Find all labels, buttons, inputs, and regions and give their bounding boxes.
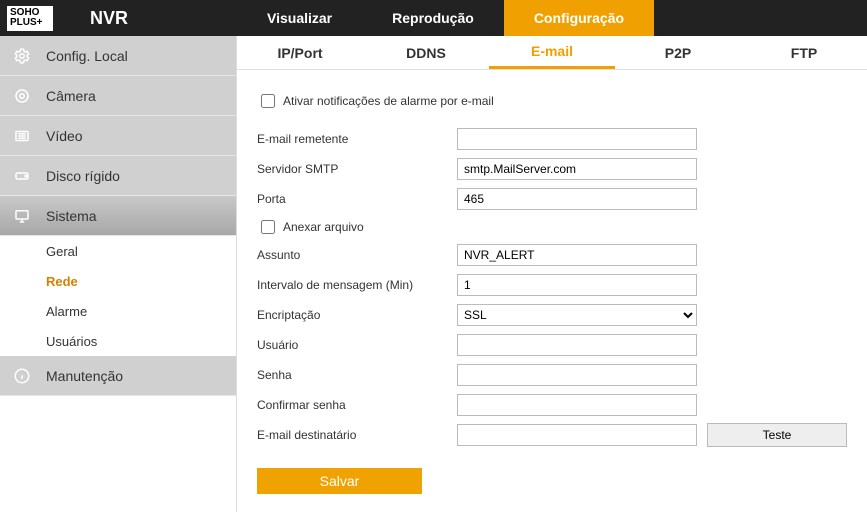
password-label: Senha bbox=[257, 368, 457, 382]
confirm-input[interactable] bbox=[457, 394, 697, 416]
topnav-configuracao[interactable]: Configuração bbox=[504, 0, 654, 36]
sidebar-item-video[interactable]: Vídeo bbox=[0, 116, 236, 156]
logo-line1: SOHO bbox=[10, 7, 39, 18]
smtp-label: Servidor SMTP bbox=[257, 162, 457, 176]
sidebar-item-sistema[interactable]: Sistema bbox=[0, 196, 236, 236]
subtab-ipport[interactable]: IP/Port bbox=[237, 36, 363, 69]
sidebar-label: Disco rígido bbox=[46, 168, 120, 184]
subject-input[interactable] bbox=[457, 244, 697, 266]
user-input[interactable] bbox=[457, 334, 697, 356]
subtabs: IP/Port DDNS E-mail P2P FTP bbox=[237, 36, 867, 70]
subtab-ddns[interactable]: DDNS bbox=[363, 36, 489, 69]
video-icon bbox=[12, 126, 32, 146]
top-nav: Visualizar Reprodução Configuração bbox=[237, 0, 654, 36]
subtab-ftp[interactable]: FTP bbox=[741, 36, 867, 69]
sidebar-sub-geral[interactable]: Geral bbox=[0, 236, 236, 266]
logo-line2: PLUS+ bbox=[10, 17, 43, 28]
encryption-select[interactable]: SSL bbox=[457, 304, 697, 326]
sidebar-item-manutencao[interactable]: Manutenção bbox=[0, 356, 236, 396]
camera-icon bbox=[12, 86, 32, 106]
encryption-label: Encriptação bbox=[257, 308, 457, 322]
content-panel: IP/Port DDNS E-mail P2P FTP Ativar notif… bbox=[237, 36, 867, 512]
sidebar-item-config-local[interactable]: Config. Local bbox=[0, 36, 236, 76]
password-input[interactable] bbox=[457, 364, 697, 386]
sidebar-label: Manutenção bbox=[46, 368, 123, 384]
recipient-input[interactable] bbox=[457, 424, 697, 446]
sender-label: E-mail remetente bbox=[257, 132, 457, 146]
subtab-email[interactable]: E-mail bbox=[489, 36, 615, 69]
info-icon bbox=[12, 366, 32, 386]
sidebar-sub-usuarios[interactable]: Usuários bbox=[0, 326, 236, 356]
sender-input[interactable] bbox=[457, 128, 697, 150]
confirm-label: Confirmar senha bbox=[257, 398, 457, 412]
disk-icon bbox=[12, 166, 32, 186]
form-area: Ativar notificações de alarme por e-mail… bbox=[237, 70, 867, 494]
topnav-reproducao[interactable]: Reprodução bbox=[362, 0, 504, 36]
topnav-visualizar[interactable]: Visualizar bbox=[237, 0, 362, 36]
brand-title: NVR bbox=[60, 8, 237, 29]
enable-notifications-row: Ativar notificações de alarme por e-mail bbox=[257, 88, 867, 114]
save-button[interactable]: Salvar bbox=[257, 468, 422, 494]
port-label: Porta bbox=[257, 192, 457, 206]
logo-box: SOHO PLUS+ bbox=[7, 6, 53, 31]
attach-label: Anexar arquivo bbox=[283, 220, 364, 234]
sidebar-item-camera[interactable]: Câmera bbox=[0, 76, 236, 116]
gear-icon bbox=[12, 46, 32, 66]
attach-checkbox[interactable] bbox=[261, 220, 275, 234]
sidebar: Config. Local Câmera Vídeo Disco rígido … bbox=[0, 36, 237, 512]
subject-label: Assunto bbox=[257, 248, 457, 262]
sidebar-label: Sistema bbox=[46, 208, 97, 224]
sidebar-label: Config. Local bbox=[46, 48, 128, 64]
test-button[interactable]: Teste bbox=[707, 423, 847, 447]
recipient-label: E-mail destinatário bbox=[257, 428, 457, 442]
interval-input[interactable] bbox=[457, 274, 697, 296]
enable-notifications-label: Ativar notificações de alarme por e-mail bbox=[283, 94, 494, 108]
smtp-input[interactable] bbox=[457, 158, 697, 180]
enable-notifications-checkbox[interactable] bbox=[261, 94, 275, 108]
interval-label: Intervalo de mensagem (Min) bbox=[257, 278, 457, 292]
sidebar-label: Câmera bbox=[46, 88, 96, 104]
main-area: Config. Local Câmera Vídeo Disco rígido … bbox=[0, 36, 867, 512]
sidebar-label: Vídeo bbox=[46, 128, 83, 144]
attach-row: Anexar arquivo bbox=[257, 214, 867, 240]
port-input[interactable] bbox=[457, 188, 697, 210]
system-icon bbox=[12, 206, 32, 226]
subtab-p2p[interactable]: P2P bbox=[615, 36, 741, 69]
top-bar: SOHO PLUS+ NVR Visualizar Reprodução Con… bbox=[0, 0, 867, 36]
logo: SOHO PLUS+ bbox=[0, 0, 60, 36]
sidebar-sub-rede[interactable]: Rede bbox=[0, 266, 236, 296]
user-label: Usuário bbox=[257, 338, 457, 352]
sidebar-item-disk[interactable]: Disco rígido bbox=[0, 156, 236, 196]
sidebar-sub-alarme[interactable]: Alarme bbox=[0, 296, 236, 326]
